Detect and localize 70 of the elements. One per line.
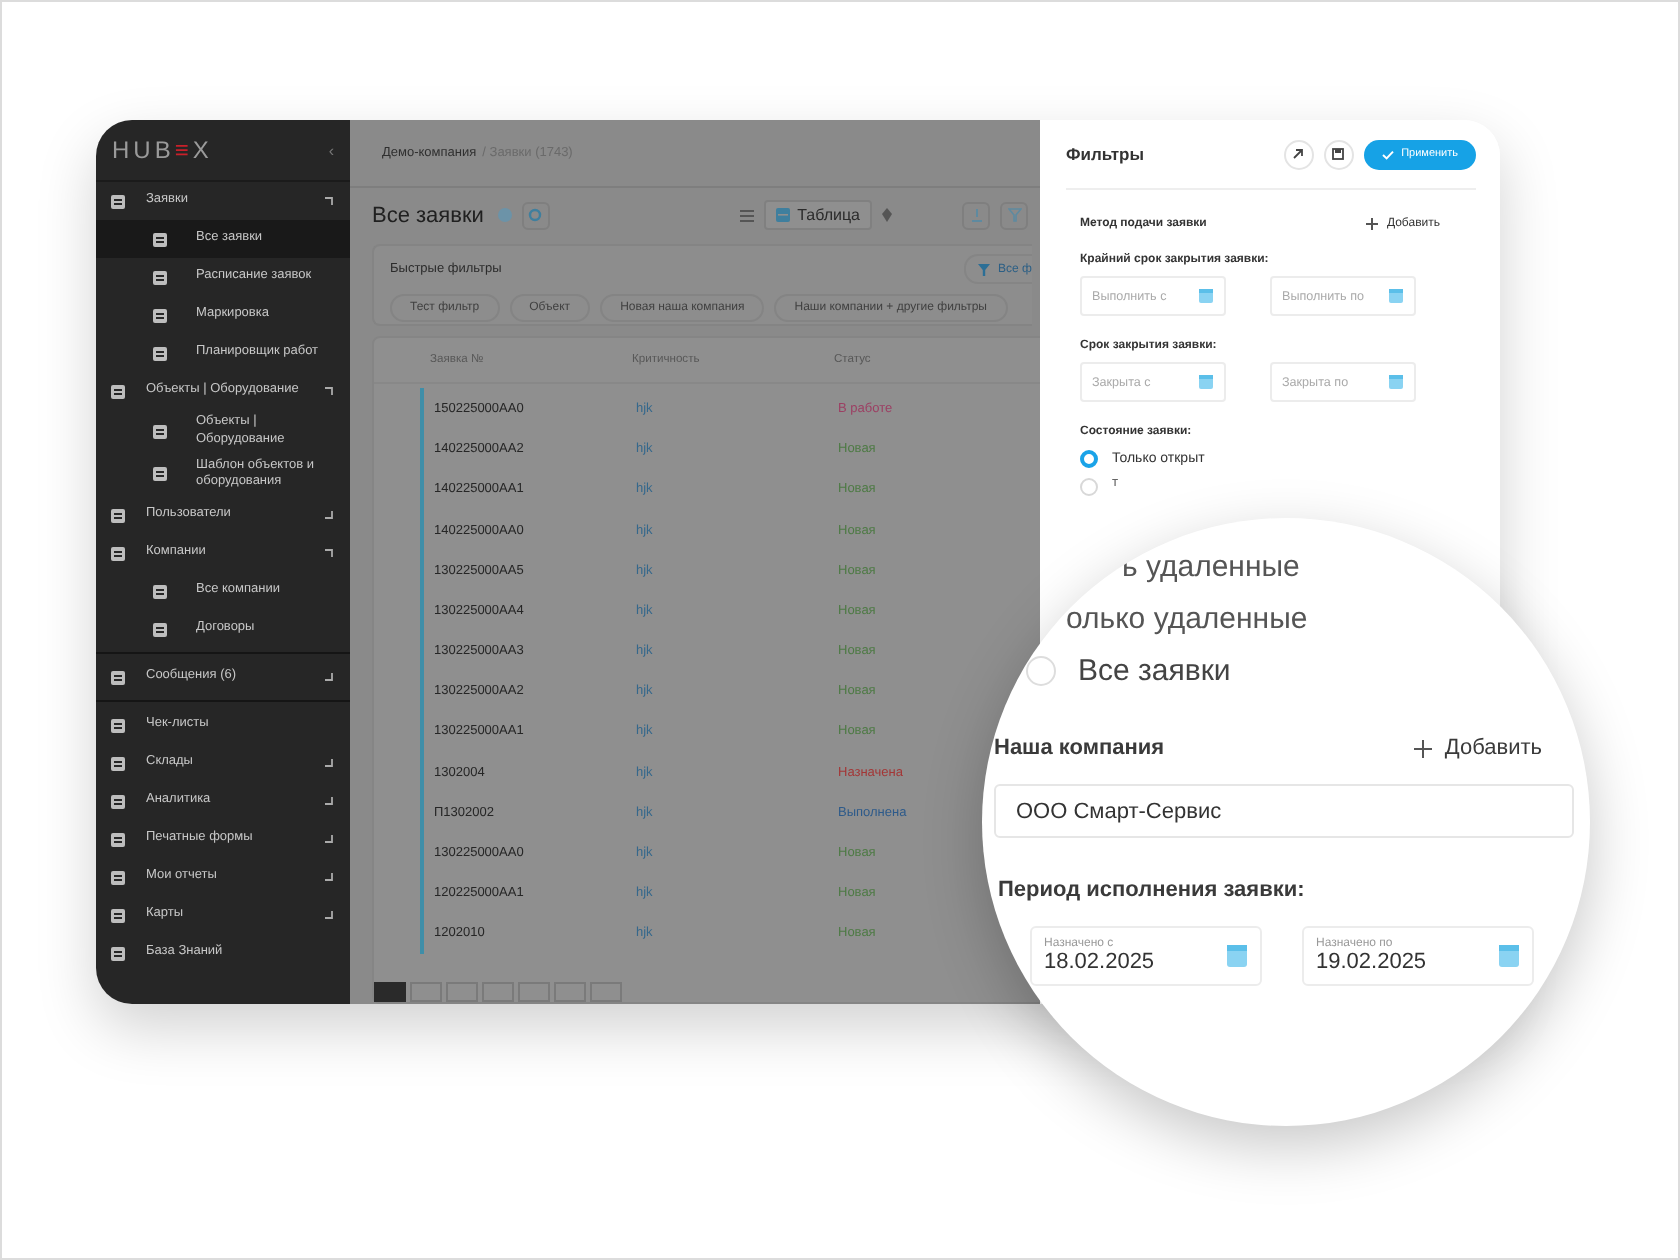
- calendar-icon: [1388, 374, 1404, 390]
- chevron-icon: [324, 834, 334, 845]
- calendar-icon: [1226, 944, 1248, 968]
- document-icon: [110, 945, 126, 962]
- page-button[interactable]: [590, 982, 622, 1002]
- document-icon: [152, 307, 168, 323]
- page-button[interactable]: [374, 982, 406, 1002]
- chevron-icon: [324, 386, 334, 396]
- plus-icon: [1414, 739, 1433, 757]
- page-title: Все заявки: [372, 203, 484, 228]
- download-icon: [969, 208, 983, 223]
- document-icon: [110, 383, 126, 399]
- add-button[interactable]: Добавить: [1414, 736, 1542, 760]
- chevron-icon: [324, 196, 334, 206]
- document-icon: [152, 231, 168, 247]
- document-icon: [110, 831, 126, 848]
- calendar-icon: [1198, 288, 1214, 304]
- page-button[interactable]: [518, 982, 550, 1002]
- document-icon: [152, 269, 168, 285]
- chevron-icon: [324, 672, 334, 683]
- page-button[interactable]: [410, 982, 442, 1002]
- document-icon: [110, 793, 126, 810]
- refresh-button[interactable]: [521, 201, 550, 230]
- chevron-icon: [324, 758, 334, 769]
- chevron-icon: [324, 796, 334, 807]
- list-icon: [739, 209, 754, 222]
- document-icon: [152, 583, 168, 600]
- company-field[interactable]: ООО Смарт-Сервис: [994, 784, 1574, 838]
- page-button[interactable]: [482, 982, 514, 1002]
- document-icon: [110, 545, 126, 562]
- page-button[interactable]: [446, 982, 478, 1002]
- logo: HUB≡X: [112, 136, 213, 164]
- filter-icon: [978, 263, 991, 276]
- view-toggle[interactable]: Таблица: [763, 200, 872, 231]
- radio-option[interactable]: Все заявки: [1026, 654, 1231, 688]
- panel-title: Фильтры: [1066, 144, 1144, 164]
- chevron-icon: [324, 548, 334, 559]
- plus-icon: [1366, 218, 1379, 230]
- document-icon: [110, 869, 126, 886]
- calendar-icon: [1198, 374, 1214, 390]
- share-button[interactable]: [1283, 139, 1314, 169]
- document-icon: [110, 907, 126, 924]
- field-label: Период исполнения заявки:: [998, 878, 1307, 902]
- filter-button[interactable]: [1000, 201, 1028, 230]
- radio-label: олько удаленные: [1066, 602, 1308, 640]
- document-icon: [152, 621, 168, 638]
- floppy-icon: [1332, 148, 1345, 160]
- document-icon: [152, 423, 168, 440]
- document-icon: [152, 466, 168, 483]
- document-icon: [110, 755, 126, 772]
- arrow-icon: [1292, 148, 1305, 160]
- document-icon: [110, 507, 126, 524]
- document-icon: [110, 717, 126, 734]
- download-button[interactable]: [962, 201, 990, 230]
- chevron-icon: [324, 510, 334, 521]
- chevron-icon: [324, 872, 334, 883]
- filter-icon: [1007, 208, 1021, 223]
- radio-button[interactable]: [1080, 450, 1098, 468]
- calendar-icon: [1498, 944, 1520, 968]
- refresh-icon: [528, 208, 543, 223]
- save-button[interactable]: [1323, 139, 1354, 169]
- check-icon: [1381, 149, 1394, 159]
- field-label: Наша компания: [994, 736, 1165, 760]
- page-button[interactable]: [554, 982, 586, 1002]
- calendar-icon: [1388, 288, 1404, 304]
- document-icon: [152, 345, 168, 361]
- document-icon: [110, 669, 126, 686]
- document-icon: [110, 193, 126, 209]
- grid-icon: [775, 208, 790, 223]
- chevron-icon: [324, 910, 334, 921]
